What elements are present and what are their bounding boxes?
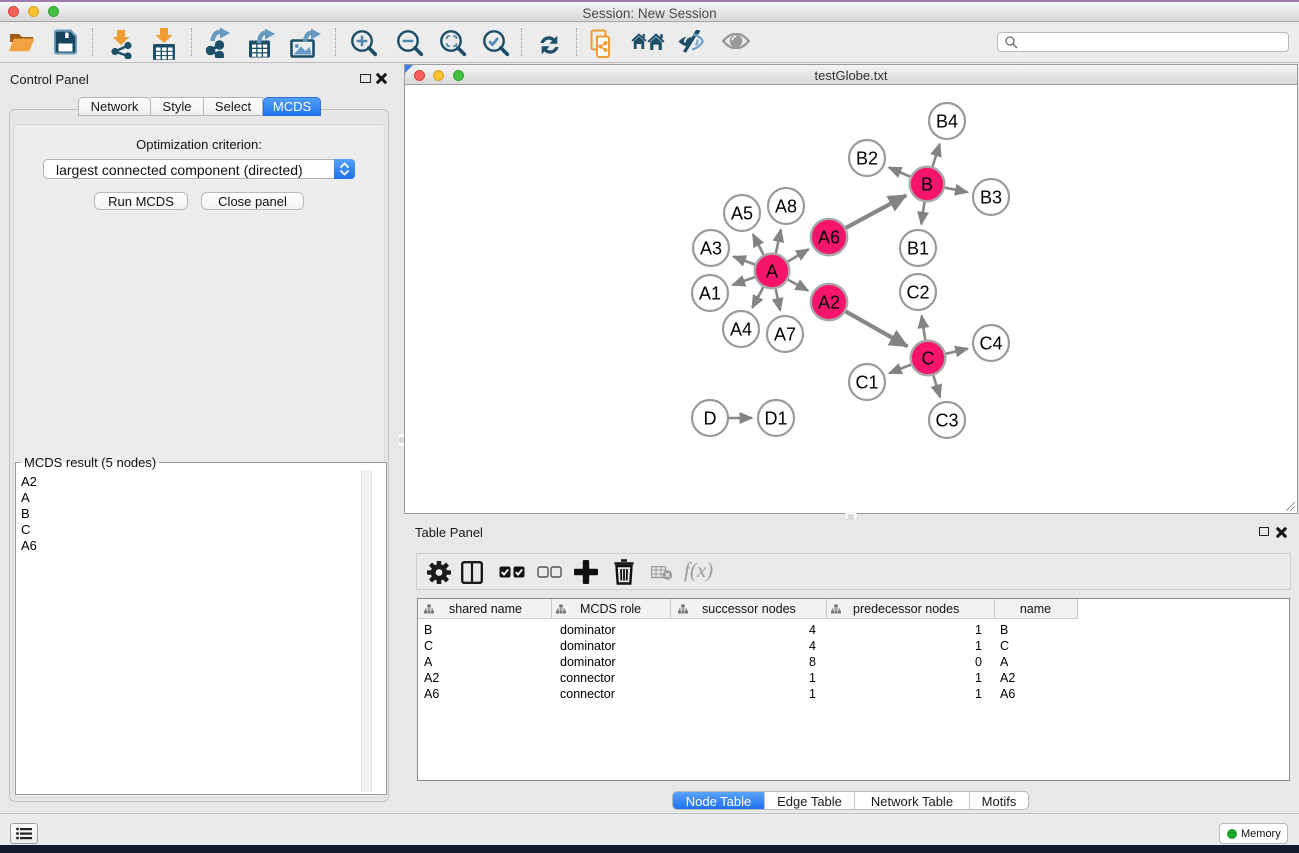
svg-text:A1: A1 [699, 284, 721, 304]
svg-text:B4: B4 [936, 112, 958, 132]
svg-text:D1: D1 [764, 409, 787, 429]
svg-text:A: A [766, 262, 778, 282]
svg-text:A4: A4 [730, 320, 752, 340]
svg-text:A2: A2 [818, 293, 840, 313]
svg-text:D: D [704, 409, 717, 429]
svg-text:A7: A7 [774, 325, 796, 345]
svg-text:B2: B2 [856, 149, 878, 169]
svg-text:C: C [922, 349, 935, 369]
svg-text:C1: C1 [855, 373, 878, 393]
svg-text:C2: C2 [906, 283, 929, 303]
svg-text:A6: A6 [818, 228, 840, 248]
svg-text:B: B [921, 175, 933, 195]
svg-text:B3: B3 [980, 188, 1002, 208]
svg-text:A8: A8 [775, 197, 797, 217]
svg-text:A3: A3 [700, 239, 722, 259]
svg-text:A5: A5 [731, 204, 753, 224]
svg-text:C4: C4 [979, 334, 1002, 354]
svg-text:C3: C3 [935, 411, 958, 431]
svg-text:B1: B1 [907, 239, 929, 259]
